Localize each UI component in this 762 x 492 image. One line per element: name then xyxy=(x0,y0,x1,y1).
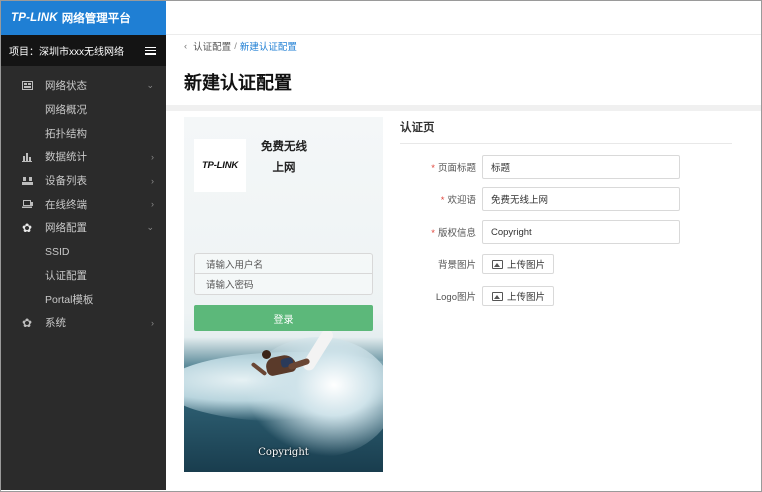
field-label: 背景图片 xyxy=(437,260,476,271)
preview-welcome-line: 上网 xyxy=(272,162,296,174)
gear-icon: ✿ xyxy=(21,220,33,235)
upload-background-button[interactable]: 上传图片 xyxy=(482,254,555,274)
form-row-page-title: * 页面标题 标题 xyxy=(400,155,680,179)
copyright-input[interactable]: Copyright xyxy=(482,220,680,244)
sidebar-item-label: 设备列表 xyxy=(45,175,87,188)
preview-username-input[interactable]: 请输入用户名 xyxy=(194,253,373,274)
image-upload-icon xyxy=(492,291,503,301)
brand-header[interactable]: TP-LINK 网络管理平台 xyxy=(1,1,166,35)
device-icon xyxy=(21,175,33,187)
page-title-input[interactable]: 标题 xyxy=(482,155,680,179)
page-title: 新建认证配置 xyxy=(184,73,292,93)
sidebar-item-statistics[interactable]: 数据统计 › xyxy=(1,145,166,169)
chevron-down-icon: ⌄ xyxy=(146,222,154,233)
form-row-logo: Logo图片 上传图片 xyxy=(400,286,555,306)
menu-toggle-icon[interactable] xyxy=(145,46,156,55)
sidebar-item-label: 数据统计 xyxy=(45,151,87,164)
required-mark: * xyxy=(431,163,435,174)
main-content: ‹ 认证配置 / 新建认证配置 新建认证配置 TP-LINK 免费无线 上网 请… xyxy=(166,1,761,490)
preview-password-input[interactable]: 请输入密码 xyxy=(194,274,373,295)
breadcrumb-parent-link[interactable]: 认证配置 xyxy=(193,39,231,53)
gear-icon: ✿ xyxy=(21,315,33,330)
sidebar-item-portal-template[interactable]: Portal模板 xyxy=(1,287,166,311)
field-label: * 版权信息 xyxy=(400,225,482,239)
sidebar-item-label: 网络配置 xyxy=(45,222,87,235)
image-upload-icon xyxy=(492,259,503,269)
field-label: Logo图片 xyxy=(435,292,476,303)
sidebar-item-auth-config[interactable]: 认证配置 xyxy=(1,264,166,288)
upload-button-label: 上传图片 xyxy=(507,260,546,271)
form-row-background: 背景图片 上传图片 xyxy=(400,254,555,274)
preview-login-button[interactable]: 登录 xyxy=(194,305,373,331)
section-divider xyxy=(166,105,761,111)
sidebar-item-network-config[interactable]: ✿ 网络配置 ⌄ xyxy=(1,216,166,240)
field-label: * 欢迎语 xyxy=(400,192,482,206)
breadcrumb: ‹ 认证配置 / 新建认证配置 xyxy=(184,39,297,54)
sidebar-item-online-clients[interactable]: 在线终端 › xyxy=(1,192,166,216)
bar-chart-icon xyxy=(21,151,33,163)
sidebar-item-network-overview[interactable]: 网络概况 xyxy=(1,98,166,122)
project-label: 项目：深圳市xxx无线网络 xyxy=(9,47,124,58)
field-label: * 页面标题 xyxy=(400,160,482,174)
back-chevron-icon[interactable]: ‹ xyxy=(184,41,187,52)
preview-welcome-text: 免费无线 上网 xyxy=(252,137,316,179)
chevron-right-icon: › xyxy=(151,151,154,162)
preview-welcome-line: 免费无线 xyxy=(261,141,307,153)
top-bar xyxy=(166,1,761,35)
sidebar: TP-LINK 网络管理平台 项目：深圳市xxx无线网络 网络状态 ⌄ 网络概况… xyxy=(1,1,166,490)
project-bar: 项目：深圳市xxx无线网络 xyxy=(1,35,166,66)
sidebar-item-label: 在线终端 xyxy=(45,198,87,211)
sidebar-item-network-status[interactable]: 网络状态 ⌄ xyxy=(1,74,166,98)
required-mark: * xyxy=(431,228,435,239)
chevron-right-icon: › xyxy=(151,175,154,186)
chevron-down-icon: ⌄ xyxy=(146,80,154,91)
chevron-right-icon: › xyxy=(151,199,154,210)
field-label-text: 欢迎语 xyxy=(447,195,476,206)
form-row-welcome: * 欢迎语 免费无线上网 xyxy=(400,187,680,211)
breadcrumb-separator: / xyxy=(234,40,237,52)
sidebar-item-label: 网络状态 xyxy=(45,80,87,93)
field-label-text: 版权信息 xyxy=(437,228,476,239)
form-section-title: 认证页 xyxy=(400,119,732,144)
preview-logo: TP-LINK xyxy=(194,139,246,192)
sidebar-nav: 网络状态 ⌄ 网络概况 拓扑结构 数据统计 › 设备列表 › 在线终端 › ✿ … xyxy=(1,66,166,335)
brand-title: 网络管理平台 xyxy=(61,13,131,25)
field-label-text: 页面标题 xyxy=(437,163,476,174)
dashboard-icon xyxy=(21,80,33,92)
sidebar-item-system[interactable]: ✿ 系统 › xyxy=(1,311,166,335)
form-row-copyright: * 版权信息 Copyright xyxy=(400,220,680,244)
upload-button-label: 上传图片 xyxy=(507,292,546,303)
sidebar-item-ssid[interactable]: SSID xyxy=(1,240,166,264)
laptop-icon xyxy=(21,198,33,210)
preview-surfer xyxy=(262,350,271,359)
preview-copyright: Copyright xyxy=(258,447,309,458)
welcome-input[interactable]: 免费无线上网 xyxy=(482,187,680,211)
upload-logo-button[interactable]: 上传图片 xyxy=(482,286,555,306)
sidebar-item-label: 系统 xyxy=(45,317,66,330)
breadcrumb-current: 新建认证配置 xyxy=(239,42,297,53)
portal-preview: TP-LINK 免费无线 上网 请输入用户名 请输入密码 登录 Copyrigh… xyxy=(184,117,383,472)
sidebar-item-device-list[interactable]: 设备列表 › xyxy=(1,169,166,193)
sidebar-item-topology[interactable]: 拓扑结构 xyxy=(1,121,166,145)
chevron-right-icon: › xyxy=(151,317,154,328)
required-mark: * xyxy=(440,195,445,206)
brand-logo: TP-LINK xyxy=(11,12,58,24)
preview-logo-text: TP-LINK xyxy=(201,160,239,171)
